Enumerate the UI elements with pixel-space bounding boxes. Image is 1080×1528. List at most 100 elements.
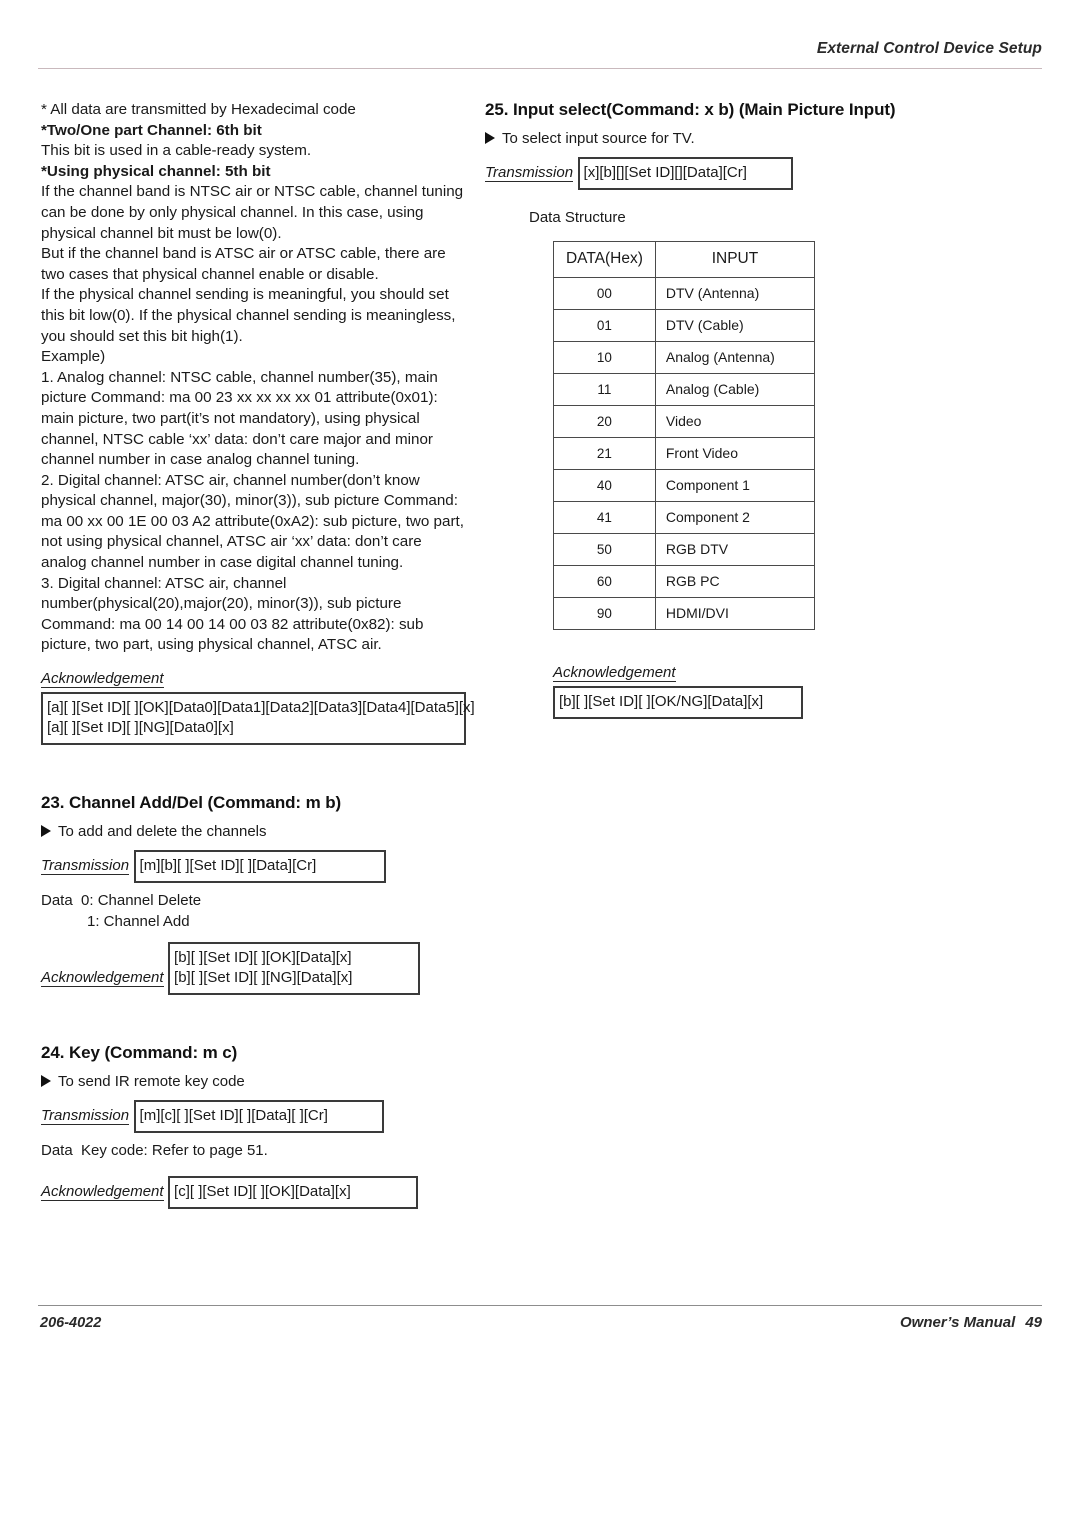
intro-paragraph-2: But if the channel band is ATSC air or A…: [41, 245, 450, 283]
intro-example-2: 2. Digital channel: ATSC air, channel nu…: [41, 471, 469, 572]
intro-paragraph-3: If the physical channel sending is meani…: [41, 286, 460, 345]
section-25-ack-group: Acknowledgement [b][ ][Set ID][ ][OK/NG]…: [485, 664, 910, 719]
header-divider: [38, 68, 1042, 69]
input-data-table-wrapper: DATA(Hex) INPUT 00 DTV (Antenna) 01 DTV …: [485, 240, 910, 630]
intro-example-3: 3. Digital channel: ATSC air, channel nu…: [41, 574, 428, 654]
table-row: 40 Component 1: [553, 468, 816, 502]
section-24-ack-box: [c][ ][Set ID][ ][OK][Data][x]: [168, 1175, 419, 1209]
ack-top-block: Acknowledgement [a][ ][Set ID][ ][OK][Da…: [41, 670, 475, 746]
section-24-transmission-label: Transmission: [41, 1107, 130, 1126]
section-24-bullet-text: To send IR remote key code: [58, 1073, 245, 1091]
ack-top-code-box: [a][ ][Set ID][ ][OK][Data0][Data1][Data…: [41, 692, 475, 746]
section-25-transmission-box: [x][b][][Set ID][][Data][Cr]: [577, 157, 793, 190]
footer-divider: [38, 1305, 1042, 1306]
section-23-transmission-box: [m][b][ ][Set ID][ ][Data][Cr]: [133, 850, 386, 884]
section-23-bullet-text: To add and delete the channels: [58, 823, 267, 841]
input-data-table: DATA(Hex) INPUT 00 DTV (Antenna) 01 DTV …: [553, 240, 816, 630]
ack-top-label: Acknowledgement: [41, 670, 164, 689]
cell-hex: 20: [553, 404, 656, 438]
section-25-bullet-row: To select input source for TV.: [485, 130, 910, 147]
section-25-ack-label: Acknowledgement: [553, 663, 676, 682]
triangle-bullet-icon: [41, 825, 51, 838]
cell-hex: 10: [553, 340, 656, 374]
cell-input: Video: [654, 404, 816, 438]
table-row: 10 Analog (Antenna): [553, 340, 816, 374]
footer-manual-info: Owner’s Manual 49: [900, 1314, 1042, 1331]
left-column: * All data are transmitted by Hexadecima…: [41, 100, 475, 1209]
section-25-heading: 25. Input select(Command: x b) (Main Pic…: [485, 100, 896, 119]
intro-paragraph-1: If the channel band is NTSC air or NTSC …: [41, 183, 468, 242]
table-row: 41 Component 2: [553, 500, 816, 534]
section-25-transmission-label: Transmission: [485, 164, 574, 182]
section-25-ack-line-1: [b][ ][Set ID][ ][OK/NG][Data][x]: [559, 692, 764, 710]
input-data-table-body: 00 DTV (Antenna) 01 DTV (Cable) 10 Analo…: [553, 276, 816, 630]
page-header: External Control Device Setup: [38, 40, 1042, 70]
intro-block: * All data are transmitted by Hexadecima…: [41, 100, 466, 656]
column-header-input: INPUT: [654, 240, 816, 278]
section-25-transmission-group: Transmission [x][b][][Set ID][][Data][Cr…: [485, 149, 910, 190]
section-24-heading: 24. Key (Command: m c): [41, 1043, 238, 1063]
intro-two-one-part-heading: *Two/One part Channel: 6th bit: [41, 121, 262, 139]
section-23-ack-group: Acknowledgement [b][ ][Set ID][ ][OK][Da…: [41, 938, 466, 996]
ack-top-line-1: [a][ ][Set ID][ ][OK][Data0][Data1][Data…: [47, 699, 475, 717]
section-24-bullet-row: To send IR remote key code: [41, 1073, 466, 1090]
footer-doc-number: 206-4022: [40, 1315, 102, 1331]
cell-input: RGB DTV: [654, 532, 816, 566]
section-25-bullet-text: To select input source for TV.: [502, 130, 695, 147]
cell-input: HDMI/DVI: [654, 596, 816, 630]
cell-input: Analog (Cable): [654, 372, 816, 406]
section-23-data-line-1: Data 0: Channel Delete: [41, 892, 202, 910]
section-23-ack-box: [b][ ][Set ID][ ][OK][Data][x] [b][ ][Se…: [168, 942, 421, 996]
cell-input: Component 2: [654, 500, 816, 534]
section-23-transmission-code: [m][b][ ][Set ID][ ][Data][Cr]: [139, 857, 317, 875]
column-header-data-hex: DATA(Hex): [553, 240, 656, 278]
triangle-bullet-icon: [41, 1075, 51, 1088]
cell-hex: 21: [553, 436, 656, 470]
table-row: 11 Analog (Cable): [553, 372, 816, 406]
input-data-table-head: DATA(Hex) INPUT: [553, 240, 816, 278]
footer-manual-label: Owner’s Manual: [900, 1314, 1016, 1331]
section-24-transmission-group: Transmission [m][c][ ][Set ID][ ][Data][…: [41, 1096, 466, 1134]
cell-hex: 60: [553, 564, 656, 598]
section-23-ack-label: Acknowledgement: [41, 969, 164, 988]
intro-note-hex: * All data are transmitted by Hexadecima…: [41, 101, 356, 118]
section-24-data-line: Data Key code: Refer to page 51.: [41, 1142, 268, 1160]
table-row: 60 RGB PC: [553, 564, 816, 598]
section-25: 25. Input select(Command: x b) (Main Pic…: [485, 100, 910, 719]
section-23-heading: 23. Channel Add/Del (Command: m b): [41, 793, 342, 813]
table-row: 90 HDMI/DVI: [553, 596, 816, 630]
intro-cable-ready-line: This bit is used in a cable-ready system…: [41, 142, 312, 160]
ack-top-line-2: [a][ ][Set ID][ ][NG][Data0][x]: [47, 719, 234, 737]
cell-hex: 01: [553, 308, 656, 342]
table-row: 20 Video: [553, 404, 816, 438]
table-header-row: DATA(Hex) INPUT: [553, 240, 816, 278]
cell-input: DTV (Cable): [654, 308, 816, 342]
cell-input: Front Video: [654, 436, 816, 470]
intro-example-1: 1. Analog channel: NTSC cable, channel n…: [41, 368, 443, 469]
cell-hex: 40: [553, 468, 656, 502]
page-footer: 206-4022 Owner’s Manual 49: [38, 1305, 1042, 1345]
table-row: 21 Front Video: [553, 436, 816, 470]
section-23: 23. Channel Add/Del (Command: m b) To ad…: [41, 793, 466, 996]
section-23-ack-line-2: [b][ ][Set ID][ ][NG][Data][x]: [174, 969, 353, 987]
table-row: 50 RGB DTV: [553, 532, 816, 566]
right-column: 25. Input select(Command: x b) (Main Pic…: [485, 100, 910, 719]
triangle-bullet-icon: [485, 132, 495, 144]
section-24-transmission-code: [m][c][ ][Set ID][ ][Data][ ][Cr]: [139, 1107, 328, 1125]
section-23-transmission-label: Transmission: [41, 857, 130, 876]
cell-input: Component 1: [654, 468, 816, 502]
table-row: 00 DTV (Antenna): [553, 276, 816, 310]
section-24-ack-group: Acknowledgement [c][ ][Set ID][ ][OK][Da…: [41, 1172, 466, 1209]
cell-input: RGB PC: [654, 564, 816, 598]
section-25-ack-box: [b][ ][Set ID][ ][OK/NG][Data][x]: [553, 685, 803, 719]
data-structure-label: Data Structure: [529, 209, 626, 226]
section-24-transmission-box: [m][c][ ][Set ID][ ][Data][ ][Cr]: [133, 1100, 384, 1134]
intro-using-physical-heading: *Using physical channel: 5th bit: [41, 162, 271, 180]
section-25-transmission-code: [x][b][][Set ID][][Data][Cr]: [583, 164, 747, 181]
footer-page-number: 49: [1025, 1314, 1042, 1331]
cell-input: Analog (Antenna): [654, 340, 816, 374]
cell-hex: 50: [553, 532, 656, 566]
section-23-ack-line-1: [b][ ][Set ID][ ][OK][Data][x]: [174, 949, 352, 967]
intro-example-label: Example): [41, 348, 106, 366]
section-24-ack-label: Acknowledgement: [41, 1182, 164, 1201]
